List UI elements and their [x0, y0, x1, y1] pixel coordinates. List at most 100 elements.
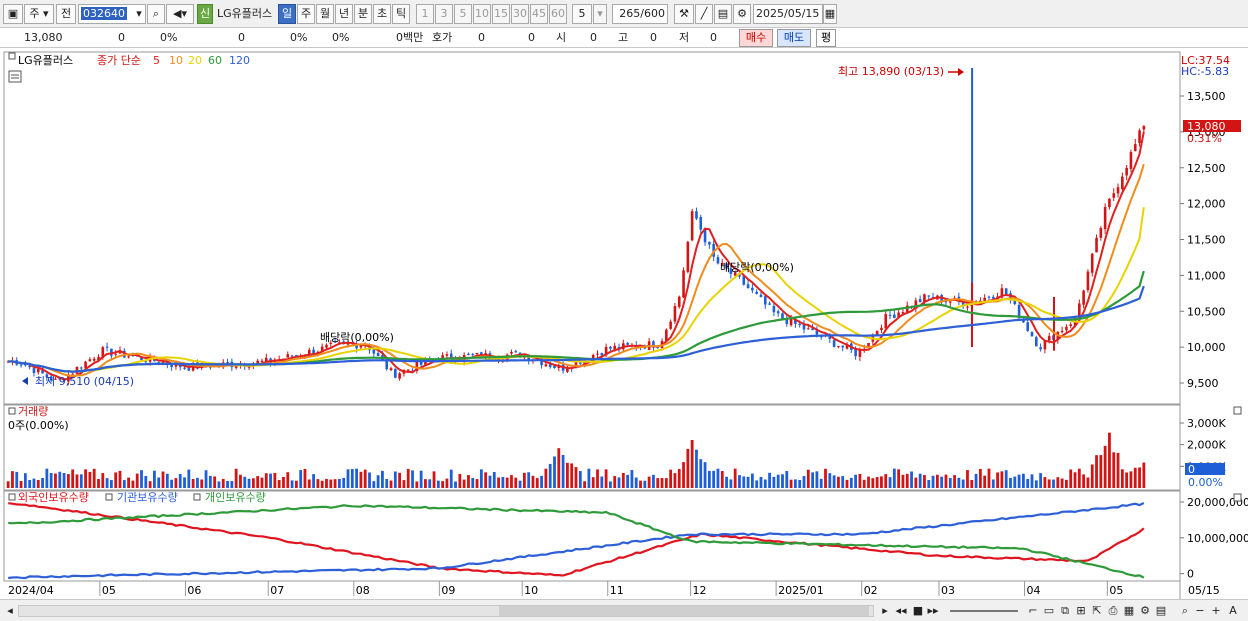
interval-button-1[interactable]: 3	[435, 4, 453, 24]
volume-bar	[544, 468, 548, 488]
candle-body	[36, 368, 40, 373]
open-value: 0	[590, 31, 597, 44]
save-icon[interactable]: ▤	[714, 4, 732, 24]
candle-body	[991, 296, 995, 299]
zoom-slider[interactable]	[950, 610, 1018, 612]
period-tab-1[interactable]: 주	[297, 4, 315, 24]
buy-button[interactable]: 매수	[739, 29, 773, 47]
period-tab-5[interactable]: 초	[373, 4, 391, 24]
play-icon[interactable]: ▸	[878, 603, 892, 619]
export-icon[interactable]: ⇱	[1090, 603, 1104, 619]
volume-bar	[798, 479, 802, 488]
eval-button[interactable]: 평	[816, 29, 836, 47]
holding-panel-close-icon[interactable]	[1233, 493, 1242, 502]
volume-bar	[239, 474, 242, 488]
stock-code-input[interactable]: 032640 ▾	[78, 4, 146, 24]
table-icon[interactable]	[8, 70, 22, 83]
rewind-icon[interactable]: ◂◂	[894, 603, 908, 619]
interval-button-3[interactable]: 10	[473, 4, 491, 24]
volume-bar	[561, 454, 565, 488]
window-icon[interactable]: ▭	[1042, 603, 1056, 619]
zoom-in-icon[interactable]: +	[1210, 603, 1222, 619]
zoom-search-icon[interactable]: ⌕	[1178, 603, 1192, 619]
change-percent: 0%	[160, 31, 178, 44]
volume-bar	[381, 470, 384, 488]
x-tick-label: 06	[187, 584, 201, 597]
draw-icon[interactable]: ╱	[695, 4, 713, 24]
price-tick-label: 10,500	[1187, 305, 1226, 318]
font-icon[interactable]: A	[1226, 603, 1240, 619]
volume-bar	[587, 468, 591, 488]
volume-bar	[669, 469, 673, 488]
chart-area[interactable]: 13,500 13,000 12,500 12,000 11,500 11,000 10,5…	[0, 48, 1248, 599]
candle-body	[1039, 347, 1042, 350]
chart-svg[interactable]: 13,50013,00012,50012,00011,50011,00010,5…	[0, 48, 1248, 599]
grid-icon[interactable]: ▦	[1122, 603, 1136, 619]
volume-bar	[1017, 474, 1021, 488]
period-tab-0[interactable]: 일	[278, 4, 296, 24]
volume-value: 0주(0.00%)	[8, 419, 69, 432]
zoom-out-icon[interactable]: −	[1194, 603, 1206, 619]
holding-tick-label: 0	[1187, 568, 1194, 581]
volume-bar	[750, 473, 754, 488]
candle-body	[768, 303, 771, 305]
period-tab-6[interactable]: 틱	[392, 4, 410, 24]
type-select[interactable]: 주 ▾	[24, 4, 54, 24]
volume-bar	[931, 475, 935, 488]
prev-button[interactable]: 전	[56, 4, 76, 24]
interval-dropdown-icon[interactable]: ▾	[593, 4, 607, 24]
volume-bar	[109, 480, 113, 488]
sell-button[interactable]: 매도	[777, 29, 811, 47]
candle-body	[105, 346, 109, 348]
save-icon-2[interactable]: ▤	[1154, 603, 1168, 619]
interval-button-7[interactable]: 60	[549, 4, 567, 24]
interval-button-0[interactable]: 1	[416, 4, 434, 24]
volume-bar	[591, 477, 595, 488]
volume-bar	[449, 469, 453, 488]
volume-bar	[350, 469, 354, 488]
ruler-icon[interactable]: ⊞	[1074, 603, 1088, 619]
candle-body	[445, 354, 449, 356]
count-field[interactable]: 265/600	[612, 4, 668, 24]
interval-button-2[interactable]: 5	[454, 4, 472, 24]
date-field[interactable]: 2025/05/15	[753, 4, 823, 24]
volume-bar	[763, 479, 767, 488]
interval-button-6[interactable]: 45	[530, 4, 548, 24]
count-display: 265	[619, 7, 641, 20]
gear-icon[interactable]: ⚙	[733, 4, 751, 24]
x-tick-label: 05/15	[1188, 584, 1220, 597]
sound-icon[interactable]: ◀▾	[166, 4, 194, 24]
volume-bar	[849, 477, 853, 488]
interval-value[interactable]: 5	[572, 4, 592, 24]
interval-button-5[interactable]: 30	[511, 4, 529, 24]
volume-bar	[974, 473, 978, 488]
stop-icon[interactable]: ■	[912, 603, 924, 619]
volume-bar	[845, 479, 849, 488]
volume-panel-close-icon[interactable]	[1233, 406, 1242, 415]
copy-icon[interactable]: ⧉	[1058, 603, 1072, 619]
forward-icon[interactable]: ▸▸	[926, 603, 940, 619]
print-icon[interactable]: ⎙	[1106, 603, 1120, 619]
calendar-icon[interactable]: ▦	[823, 4, 837, 24]
horizontal-scrollbar[interactable]	[18, 605, 874, 617]
volume-bar	[1138, 467, 1141, 488]
period-tab-4[interactable]: 분	[354, 4, 372, 24]
interval-button-4[interactable]: 15	[492, 4, 510, 24]
volume-bar	[1129, 471, 1133, 488]
volume-bar	[664, 478, 668, 488]
scroll-left-icon[interactable]: ◂	[4, 603, 16, 619]
candle-body	[837, 346, 840, 348]
volume-bar	[570, 463, 574, 488]
candle-body	[763, 296, 767, 305]
settings-icon[interactable]: ⚙	[1138, 603, 1152, 619]
search-icon[interactable]: ⌕	[147, 4, 165, 24]
layout-icon[interactable]: ▣	[3, 4, 23, 24]
link-icon[interactable]: ⌐	[1026, 603, 1040, 619]
volume-bar	[41, 477, 44, 488]
period-tab-2[interactable]: 월	[316, 4, 334, 24]
volume-bar	[510, 475, 513, 488]
period-tab-3[interactable]: 년	[335, 4, 353, 24]
chart-tool-icon[interactable]: ⚒	[674, 4, 694, 24]
volume-bar	[720, 471, 724, 488]
scrollbar-thumb[interactable]	[499, 606, 869, 616]
